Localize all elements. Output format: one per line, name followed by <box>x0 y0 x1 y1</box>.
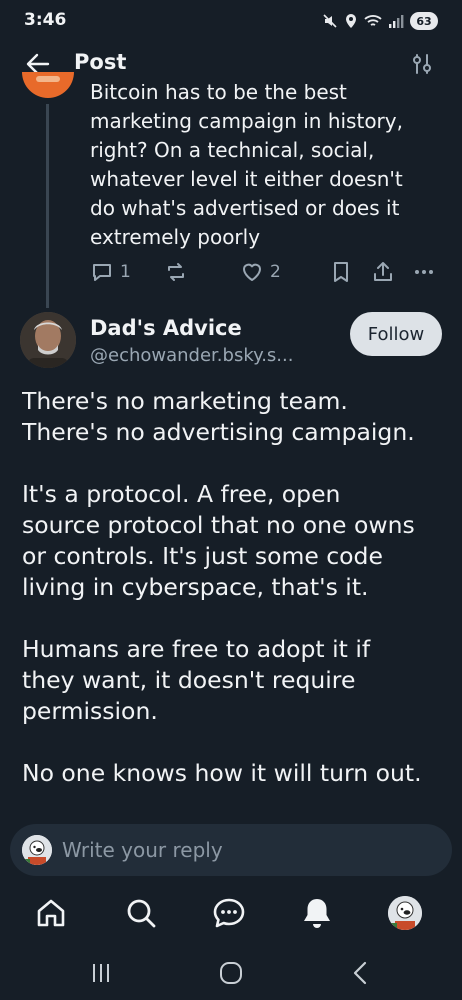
chat-icon[interactable] <box>212 896 246 930</box>
author-handle[interactable]: @echowander.bsky.s... <box>90 345 293 366</box>
system-nav <box>0 946 462 1000</box>
user-avatar-icon <box>22 835 52 865</box>
portrait-icon <box>20 312 76 368</box>
bookmark-icon <box>334 262 348 282</box>
reply-bar[interactable] <box>10 824 452 876</box>
page-title: Post <box>74 50 127 74</box>
post-paragraph: No one knows how it will turn out. <box>22 759 422 787</box>
home-icon[interactable] <box>34 896 68 930</box>
parent-actions: 1 2 <box>90 260 440 288</box>
wifi-icon <box>364 15 382 26</box>
bottom-nav <box>0 880 462 946</box>
post-body: There's no marketing team. There's no ad… <box>22 386 448 826</box>
filter-icon[interactable] <box>410 52 434 76</box>
system-back-icon[interactable] <box>348 960 374 986</box>
recent-apps-icon[interactable] <box>88 960 114 986</box>
more-action[interactable] <box>412 260 436 284</box>
home-button-icon[interactable] <box>218 960 244 986</box>
share-action[interactable] <box>371 260 395 284</box>
bookmark-action[interactable] <box>330 260 352 284</box>
reply-avatar <box>22 835 52 865</box>
status-bar: 3:46 63 <box>0 0 462 44</box>
profile-avatar[interactable] <box>388 896 422 930</box>
parent-post-text: Bitcoin has to be the best marketing cam… <box>90 84 403 249</box>
mute-icon <box>323 14 337 28</box>
like-count: 2 <box>270 262 281 282</box>
post-paragraph: Humans are free to adopt it if they want… <box>22 635 371 725</box>
search-icon[interactable] <box>124 896 158 930</box>
share-icon <box>374 262 392 281</box>
author-avatar[interactable] <box>20 312 76 368</box>
repost-icon <box>168 263 184 281</box>
more-icon <box>415 270 433 274</box>
like-action[interactable]: 2 <box>240 260 281 284</box>
status-time: 3:46 <box>24 10 67 30</box>
repost-action[interactable] <box>164 260 188 284</box>
author-name[interactable]: Dad's Advice <box>90 316 242 340</box>
reply-count: 1 <box>120 262 131 282</box>
heart-icon <box>243 263 261 281</box>
post-paragraph: There's no marketing team. There's no ad… <box>22 387 415 446</box>
location-icon <box>346 14 356 28</box>
thread-line <box>46 104 49 308</box>
signal-icon <box>389 15 404 28</box>
parent-text-wrap: Bitcoin has to be the best marketing cam… <box>0 84 462 254</box>
reply-icon <box>93 264 111 281</box>
follow-button[interactable]: Follow <box>350 312 442 356</box>
post-paragraph: It's a protocol. A free, open source pro… <box>22 480 415 601</box>
author-row: Dad's Advice @echowander.bsky.s... Follo… <box>0 312 462 372</box>
reply-input[interactable] <box>62 824 432 876</box>
battery-indicator: 63 <box>410 12 438 30</box>
user-avatar-icon <box>388 896 422 930</box>
reply-action[interactable]: 1 <box>90 260 131 284</box>
bell-icon[interactable] <box>300 896 334 930</box>
status-icons: 63 <box>322 12 438 30</box>
